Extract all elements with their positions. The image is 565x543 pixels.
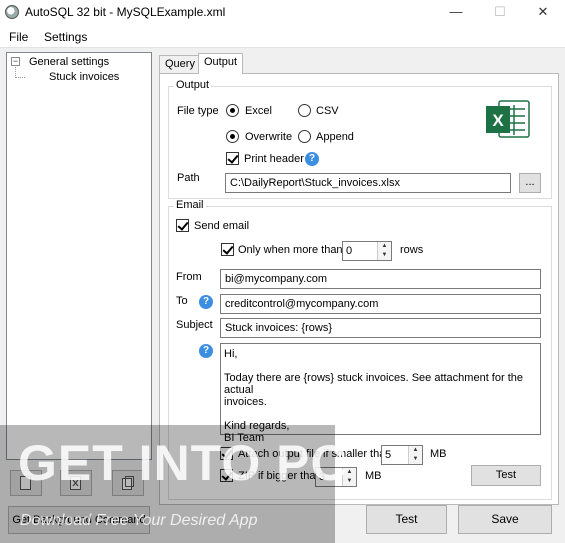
body-line: invoices.	[224, 396, 267, 408]
collapse-toggle-icon[interactable]: −	[11, 57, 20, 66]
minimize-button[interactable]: —	[434, 0, 478, 24]
from-field[interactable]: bi@mycompany.com	[220, 269, 541, 289]
excel-icon: X	[486, 100, 530, 138]
excel-label[interactable]: Excel	[245, 105, 272, 117]
watermark-tagline: Download Free Your Desired App	[20, 512, 258, 529]
window-title: AutoSQL 32 bit - MySQLExample.xml	[25, 5, 226, 19]
only-when-label[interactable]: Only when more than	[238, 244, 343, 256]
output-group: Output File type Excel CSV Overwrite App…	[168, 79, 552, 199]
menu-bar: File Settings	[0, 26, 565, 48]
test-email-button[interactable]: Test	[471, 465, 541, 486]
send-email-checkbox[interactable]	[176, 219, 189, 232]
file-type-label: File type	[177, 105, 219, 117]
output-group-title: Output	[174, 79, 212, 91]
attach-size-value: 5	[385, 449, 392, 461]
body-line: Hi,	[224, 348, 238, 360]
save-button[interactable]: Save	[458, 505, 552, 534]
settings-tree[interactable]: − General settings Stuck invoices	[6, 52, 152, 460]
send-email-label[interactable]: Send email	[194, 220, 249, 232]
app-icon	[5, 5, 19, 19]
browse-button[interactable]: ...	[519, 173, 541, 193]
overwrite-radio[interactable]	[226, 130, 239, 143]
subject-field[interactable]: Stuck invoices: {rows}	[220, 318, 541, 338]
watermark-logo-text: GET INTO PC	[18, 435, 348, 491]
to-label: To	[176, 295, 188, 307]
only-when-stepper[interactable]: 0 ▲ ▼	[342, 241, 392, 261]
only-when-checkbox[interactable]	[221, 243, 234, 256]
to-field[interactable]: creditcontrol@mycompany.com	[220, 294, 541, 314]
path-label: Path	[177, 172, 200, 184]
tree-node-stuck-invoices[interactable]: Stuck invoices	[49, 71, 119, 83]
body-line	[224, 408, 537, 420]
tree-connector	[15, 77, 25, 78]
attach-size-stepper[interactable]: 5 ▲ ▼	[381, 445, 423, 465]
email-group-title: Email	[174, 199, 206, 211]
csv-label[interactable]: CSV	[316, 105, 339, 117]
path-input[interactable]: C:\DailyReport\Stuck_invoices.xlsx	[225, 173, 511, 193]
spinner-arrows-icon[interactable]: ▲ ▼	[377, 242, 391, 260]
help-icon[interactable]: ?	[305, 152, 319, 166]
help-icon[interactable]: ?	[199, 295, 213, 309]
test-button[interactable]: Test	[366, 505, 447, 534]
overwrite-label[interactable]: Overwrite	[245, 131, 292, 143]
print-header-checkbox[interactable]	[226, 152, 239, 165]
email-body-field[interactable]: Hi, Today there are {rows} stuck invoice…	[220, 343, 541, 444]
body-line: Today there are {rows} stuck invoices. S…	[224, 372, 523, 396]
body-line	[224, 360, 537, 372]
title-bar: AutoSQL 32 bit - MySQLExample.xml — ☐ ✕	[0, 0, 565, 26]
append-radio[interactable]	[298, 130, 311, 143]
tab-query[interactable]: Query	[159, 55, 201, 73]
close-button[interactable]: ✕	[521, 0, 565, 24]
menu-file[interactable]: File	[9, 30, 28, 44]
csv-radio[interactable]	[298, 104, 311, 117]
excel-radio[interactable]	[226, 104, 239, 117]
menu-settings[interactable]: Settings	[44, 30, 87, 44]
from-label: From	[176, 271, 202, 283]
svg-text:X: X	[492, 111, 504, 130]
mb-label: MB	[365, 470, 382, 482]
mb-label: MB	[430, 448, 447, 460]
tree-node-general-settings[interactable]: General settings	[29, 56, 109, 68]
tab-output[interactable]: Output	[198, 53, 244, 74]
maximize-button[interactable]: ☐	[478, 0, 522, 24]
append-label[interactable]: Append	[316, 131, 354, 143]
only-when-value: 0	[346, 245, 353, 257]
spinner-arrows-icon[interactable]: ▲ ▼	[408, 446, 422, 464]
print-header-label[interactable]: Print header	[244, 153, 304, 165]
rows-label: rows	[400, 244, 424, 256]
help-icon[interactable]: ?	[199, 344, 213, 358]
subject-label: Subject	[176, 319, 213, 331]
